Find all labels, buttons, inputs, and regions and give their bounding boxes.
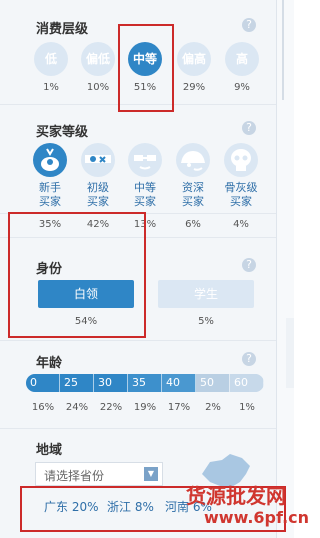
- chevron-down-icon[interactable]: ▼: [144, 467, 158, 481]
- age-bar: 0 25 30 35 40 50 60: [26, 374, 264, 392]
- consumption-title: 消费层级: [36, 22, 89, 37]
- buyer-level-4-line1: 资深: [182, 181, 204, 194]
- consumption-high-pct: 9%: [234, 82, 250, 93]
- identity-student-button[interactable]: 学生: [158, 280, 254, 308]
- buyer-level-1-line2: 买家: [39, 195, 61, 208]
- buyer-level-5-line2: 买家: [230, 195, 252, 208]
- buyer-level-3-line1: 中等: [134, 181, 156, 194]
- consumption-high[interactable]: 高: [225, 42, 259, 76]
- senior-buyer-avatar-icon[interactable]: [176, 143, 210, 177]
- age-segment-30[interactable]: 30: [94, 374, 128, 392]
- identity-student-pct: 5%: [198, 316, 214, 327]
- buyer-level-5-pct: 4%: [233, 219, 249, 230]
- province-select-placeholder: 请选择省份: [44, 469, 105, 483]
- age-segment-25[interactable]: 25: [60, 374, 94, 392]
- buyer-level-title: 买家等级: [36, 125, 89, 140]
- age-pct-25: 24%: [65, 402, 89, 413]
- consumption-lowish-pct: 10%: [86, 82, 110, 93]
- newbie-buyer-avatar-icon[interactable]: [33, 143, 67, 177]
- buyer-level-5-line1: 骨灰级: [224, 181, 258, 194]
- age-pct-40: 17%: [167, 402, 191, 413]
- veteran-buyer-avatar-icon[interactable]: [224, 143, 258, 177]
- help-icon[interactable]: ?: [242, 258, 256, 272]
- consumption-highish[interactable]: 偏高: [177, 42, 211, 76]
- buyer-level-section: 买家等级 ? 新手 买家 初级 买家 中等 买家 资深 买家 骨灰级 买家: [0, 105, 276, 214]
- scrollbar-track[interactable]: [277, 0, 294, 538]
- help-icon[interactable]: ?: [242, 121, 256, 135]
- scrollbar-line: [282, 0, 284, 100]
- buyer-level-2-line2: 买家: [87, 195, 109, 208]
- watermark-url: www.6pf.cn: [204, 508, 310, 527]
- consumption-low-pct: 1%: [43, 82, 59, 93]
- highlight-box-consumption: [118, 24, 174, 112]
- help-icon[interactable]: ?: [242, 18, 256, 32]
- age-pct-0: 16%: [31, 402, 55, 413]
- buyer-level-1-line1: 新手: [39, 181, 61, 194]
- highlight-box-identity: [8, 212, 146, 338]
- consumption-highish-pct: 29%: [182, 82, 206, 93]
- consumption-lowish[interactable]: 偏低: [81, 42, 115, 76]
- age-pct-50: 2%: [205, 402, 221, 413]
- watermark-title: 货源批发网: [186, 484, 286, 508]
- age-title: 年龄: [36, 356, 63, 371]
- junior-buyer-avatar-icon[interactable]: [81, 143, 115, 177]
- help-icon[interactable]: ?: [242, 352, 256, 366]
- buyer-level-2-line1: 初级: [87, 181, 109, 194]
- age-segment-35[interactable]: 35: [128, 374, 162, 392]
- age-segment-50[interactable]: 50: [196, 374, 230, 392]
- age-segment-60[interactable]: 60: [230, 374, 264, 392]
- age-segment-0[interactable]: 0: [26, 374, 60, 392]
- buyer-level-4-pct: 6%: [185, 219, 201, 230]
- age-pct-35: 19%: [133, 402, 157, 413]
- region-title: 地域: [36, 443, 63, 458]
- province-select[interactable]: 请选择省份 ▼: [35, 462, 163, 486]
- age-pct-30: 22%: [99, 402, 123, 413]
- age-segment-40[interactable]: 40: [162, 374, 196, 392]
- consumption-low[interactable]: 低: [34, 42, 68, 76]
- scrollbar-thumb: [286, 318, 294, 388]
- buyer-level-4-line2: 买家: [182, 195, 204, 208]
- age-pct-60: 1%: [239, 402, 255, 413]
- medium-buyer-avatar-icon[interactable]: [128, 143, 162, 177]
- buyer-level-3-line2: 买家: [134, 195, 156, 208]
